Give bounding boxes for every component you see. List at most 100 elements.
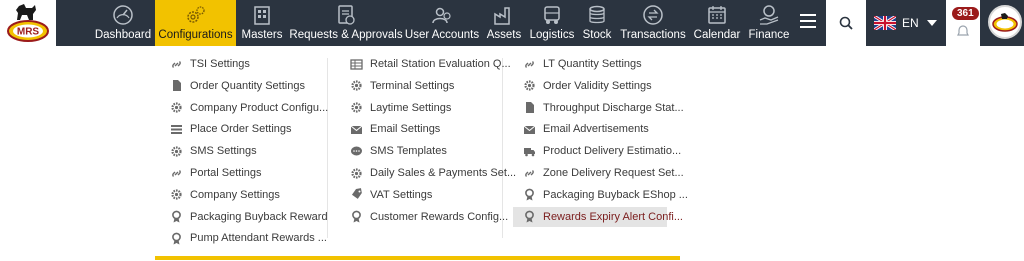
chevron-down-icon	[926, 20, 937, 26]
nav-user-accounts[interactable]: User Accounts	[404, 0, 480, 46]
truck-icon	[524, 147, 535, 156]
logo[interactable]: MRS	[0, 0, 56, 46]
nav-finance[interactable]: Finance	[748, 0, 790, 46]
speedometer-icon	[113, 5, 133, 25]
menu-item-label: VAT Settings	[370, 188, 433, 201]
nav-assets[interactable]: Assets	[486, 0, 522, 46]
menu-item-label: Company Settings	[190, 188, 280, 201]
uk-flag-icon	[874, 16, 896, 30]
menu-item-label: Customer Rewards Config...	[370, 210, 509, 223]
link-icon	[172, 169, 181, 177]
nav-masters-label: Masters	[241, 29, 283, 41]
factory-icon	[494, 7, 510, 25]
document-check-icon	[338, 5, 355, 25]
envelope-icon	[523, 125, 536, 134]
nav-calendar-label: Calendar	[693, 29, 741, 41]
nav-user-accounts-label: User Accounts	[404, 29, 480, 41]
menu-item[interactable]: LT Quantity Settings	[513, 54, 642, 74]
menu-item-label: Zone Delivery Request Set...	[543, 167, 684, 179]
nav-masters[interactable]: Masters	[240, 0, 284, 46]
menu-item[interactable]: Packaging Buyback EShop ...	[513, 185, 688, 205]
menu-item-label: Throughput Discharge Stat...	[543, 101, 684, 114]
gear-icon	[171, 146, 182, 157]
menu-item-label: Portal Settings	[190, 167, 262, 179]
gear-icon	[524, 80, 535, 91]
calendar-icon	[708, 6, 726, 24]
menu-item[interactable]: VAT Settings	[340, 185, 432, 205]
search-icon	[839, 16, 853, 30]
chat-icon	[351, 146, 362, 156]
menu-item-label: Order Quantity Settings	[190, 79, 305, 92]
nav-logistics[interactable]: Logistics	[530, 0, 574, 46]
nav-transactions[interactable]: Transactions	[620, 0, 686, 46]
menu-item[interactable]: Portal Settings	[160, 163, 262, 183]
menu-item[interactable]: Packaging Buyback Reward	[160, 207, 328, 227]
menu-item-label: Email Settings	[370, 123, 441, 136]
menu-item[interactable]: Laytime Settings	[340, 98, 451, 118]
menu-item[interactable]: Email Settings	[340, 119, 440, 139]
mrs-logo-icon	[992, 13, 1018, 32]
envelope-icon	[350, 125, 363, 134]
menu-item[interactable]: Retail Station Evaluation Q...	[340, 54, 511, 74]
menu-item[interactable]: Rewards Expiry Alert Confi...	[513, 206, 683, 227]
table-icon	[350, 58, 363, 70]
nav-transactions-label: Transactions	[620, 29, 686, 41]
menu-item[interactable]: Email Advertisements	[513, 119, 649, 139]
link-icon	[525, 60, 534, 68]
menu-item-label: Place Order Settings	[190, 123, 292, 136]
menu-item[interactable]: Order Validity Settings	[513, 76, 652, 96]
menu-item-label: Packaging Buyback Reward	[190, 210, 328, 223]
nav-requests-approvals-label: Requests & Approvals	[289, 29, 403, 41]
nav-logistics-label: Logistics	[529, 29, 575, 41]
menu-item-label: Pump Attendant Rewards ...	[190, 232, 327, 245]
menu-item[interactable]: SMS Settings	[160, 141, 257, 161]
menu-item-label: Packaging Buyback EShop ...	[543, 188, 688, 201]
award-icon	[525, 188, 534, 201]
nav-requests-approvals[interactable]: Requests & Approvals	[289, 0, 403, 46]
bell-icon	[957, 25, 969, 36]
menu-item-label: Company Product Configu...	[190, 101, 329, 114]
menu-item[interactable]: Pump Attendant Rewards ...	[160, 228, 327, 248]
avatar[interactable]	[988, 5, 1022, 39]
menu-item-label: Laytime Settings	[370, 101, 452, 114]
nav-stock[interactable]: Stock	[582, 0, 612, 46]
language-code: EN	[902, 16, 919, 30]
menu-item[interactable]: Place Order Settings	[160, 119, 292, 139]
list-icon	[171, 124, 182, 134]
notification-count-badge: 361	[952, 7, 979, 20]
menu-item[interactable]: Daily Sales & Payments Set...	[340, 163, 516, 183]
link-icon	[172, 60, 181, 68]
menu-item-label: Product Delivery Estimatio...	[543, 145, 682, 158]
nav-dashboard-label: Dashboard	[94, 29, 152, 41]
menu-item-label: Daily Sales & Payments Set...	[370, 167, 517, 179]
menu-item[interactable]: Order Quantity Settings	[160, 76, 305, 96]
menu-item[interactable]: Product Delivery Estimatio...	[513, 141, 681, 161]
svg-text:MRS: MRS	[17, 27, 40, 38]
top-navigation-bar: MRS Dashboard Configurations Masters Req…	[0, 0, 1024, 46]
nav-dashboard[interactable]: Dashboard	[93, 0, 153, 46]
nav-finance-label: Finance	[748, 29, 790, 41]
menu-item[interactable]: Company Product Configu...	[160, 98, 328, 118]
truck-icon	[544, 6, 560, 24]
menu-item-label: Retail Station Evaluation Q...	[370, 58, 511, 70]
menu-item-label: SMS Settings	[190, 145, 257, 158]
nav-calendar[interactable]: Calendar	[694, 0, 740, 46]
gear-icon	[351, 167, 362, 179]
link-icon	[525, 169, 534, 177]
hamburger-icon[interactable]	[800, 14, 816, 28]
menu-item[interactable]: Terminal Settings	[340, 76, 454, 96]
menu-item[interactable]: Throughput Discharge Stat...	[513, 98, 684, 118]
gear-icon	[171, 189, 182, 200]
mrs-logo-icon: MRS	[7, 4, 49, 42]
menu-item[interactable]: TSI Settings	[160, 54, 250, 74]
search-button[interactable]	[826, 0, 866, 46]
award-icon	[525, 210, 534, 223]
menu-item[interactable]: Customer Rewards Config...	[340, 207, 508, 227]
language-selector[interactable]: EN	[874, 15, 937, 31]
user-group-icon	[432, 7, 451, 24]
award-icon	[352, 210, 361, 223]
menu-item[interactable]: SMS Templates	[340, 141, 447, 161]
menu-item[interactable]: Zone Delivery Request Set...	[513, 163, 684, 183]
nav-configurations[interactable]: Configurations	[155, 0, 236, 46]
menu-item[interactable]: Company Settings	[160, 185, 280, 205]
